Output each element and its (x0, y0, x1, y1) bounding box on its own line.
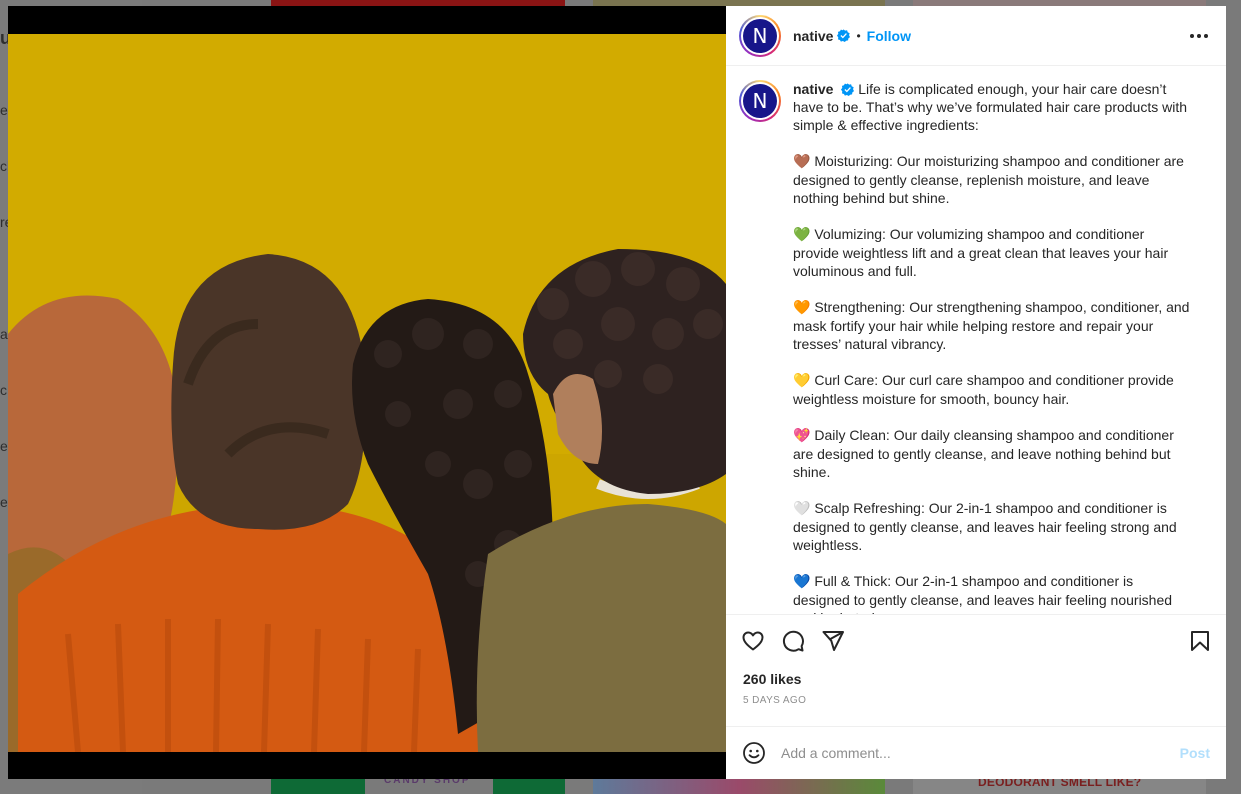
green-heart-icon: 💚 (793, 227, 811, 243)
caption-item-text: Strengthening: Our strengthening shampoo… (793, 299, 1190, 352)
caption-intro: native Life is complicated enough, your … (793, 80, 1193, 134)
caption-item-scalp-refreshing: 🤍 Scalp Refreshing: Our 2-in-1 shampoo a… (793, 499, 1193, 554)
verified-badge-icon (841, 83, 855, 96)
caption-section[interactable]: N native Life is complicated enough, you… (726, 66, 1226, 615)
caption-item-volumizing: 💚 Volumizing: Our volumizing shampoo and… (793, 225, 1193, 280)
post-timestamp[interactable]: 5 DAYS AGO (726, 691, 1226, 711)
blue-heart-icon: 💙 (793, 574, 811, 590)
caption-item-full-thick: 💙 Full & Thick: Our 2-in-1 shampoo and c… (793, 572, 1193, 614)
caption-item-text: Daily Clean: Our daily cleansing shampoo… (793, 427, 1174, 480)
background-sidebar-text: a (0, 326, 8, 342)
avatar-logo: N (743, 84, 777, 118)
post-media[interactable] (8, 6, 726, 779)
caption-text: native Life is complicated enough, your … (793, 80, 1193, 614)
comment-bar: Post (726, 726, 1226, 779)
caption-item-text: Scalp Refreshing: Our 2-in-1 shampoo and… (793, 500, 1177, 553)
post-actions (726, 615, 1226, 667)
background-sidebar-text: e (0, 494, 8, 510)
share-paper-plane-icon[interactable] (821, 629, 845, 653)
likes-count[interactable]: 260 likes (726, 667, 1226, 691)
brown-heart-icon: 🤎 (793, 154, 811, 170)
comment-bubble-icon[interactable] (781, 629, 805, 653)
caption-item-text: Full & Thick: Our 2-in-1 shampoo and con… (793, 573, 1173, 614)
caption-item-text: Volumizing: Our volumizing shampoo and c… (793, 226, 1169, 279)
sparkling-heart-icon: 💖 (793, 428, 811, 444)
follow-button[interactable]: Follow (867, 28, 911, 44)
avatar-logo: N (743, 18, 777, 53)
bookmark-icon[interactable] (1188, 629, 1212, 653)
post-header: N native • Follow (726, 6, 1226, 66)
header-username[interactable]: native (793, 28, 833, 44)
caption-item-daily-clean: 💖 Daily Clean: Our daily cleansing shamp… (793, 426, 1193, 481)
caption-item-text: Moisturizing: Our moisturizing shampoo a… (793, 153, 1184, 206)
caption-username[interactable]: native (793, 81, 833, 97)
post-side-panel: N native • Follow N native Life is compl… (726, 6, 1226, 779)
background-sidebar-text: c (0, 382, 7, 398)
comment-input[interactable] (781, 745, 1180, 761)
yellow-heart-icon: 💛 (793, 373, 811, 389)
caption-item-strengthening: 🧡 Strengthening: Our strengthening shamp… (793, 298, 1193, 353)
post-modal: N native • Follow N native Life is compl… (8, 6, 1226, 779)
background-tile (593, 779, 885, 794)
post-comment-button[interactable]: Post (1180, 745, 1210, 761)
white-heart-icon: 🤍 (793, 501, 811, 517)
like-heart-icon[interactable] (741, 629, 765, 653)
emoji-smiley-icon[interactable] (742, 741, 766, 765)
post-photo (8, 34, 726, 752)
orange-heart-icon: 🧡 (793, 300, 811, 316)
caption-item-curl-care: 💛 Curl Care: Our curl care shampoo and c… (793, 371, 1193, 408)
verified-badge-icon (837, 29, 851, 42)
avatar[interactable]: N (739, 14, 781, 57)
caption-item-moisturizing: 🤎 Moisturizing: Our moisturizing shampoo… (793, 152, 1193, 207)
background-sidebar-text: e (0, 102, 8, 118)
background-sidebar-text: e (0, 438, 8, 454)
more-options-icon[interactable] (1188, 28, 1210, 44)
caption-avatar[interactable]: N (739, 80, 781, 122)
header-separator: • (856, 28, 861, 43)
caption-item-text: Curl Care: Our curl care shampoo and con… (793, 372, 1174, 407)
